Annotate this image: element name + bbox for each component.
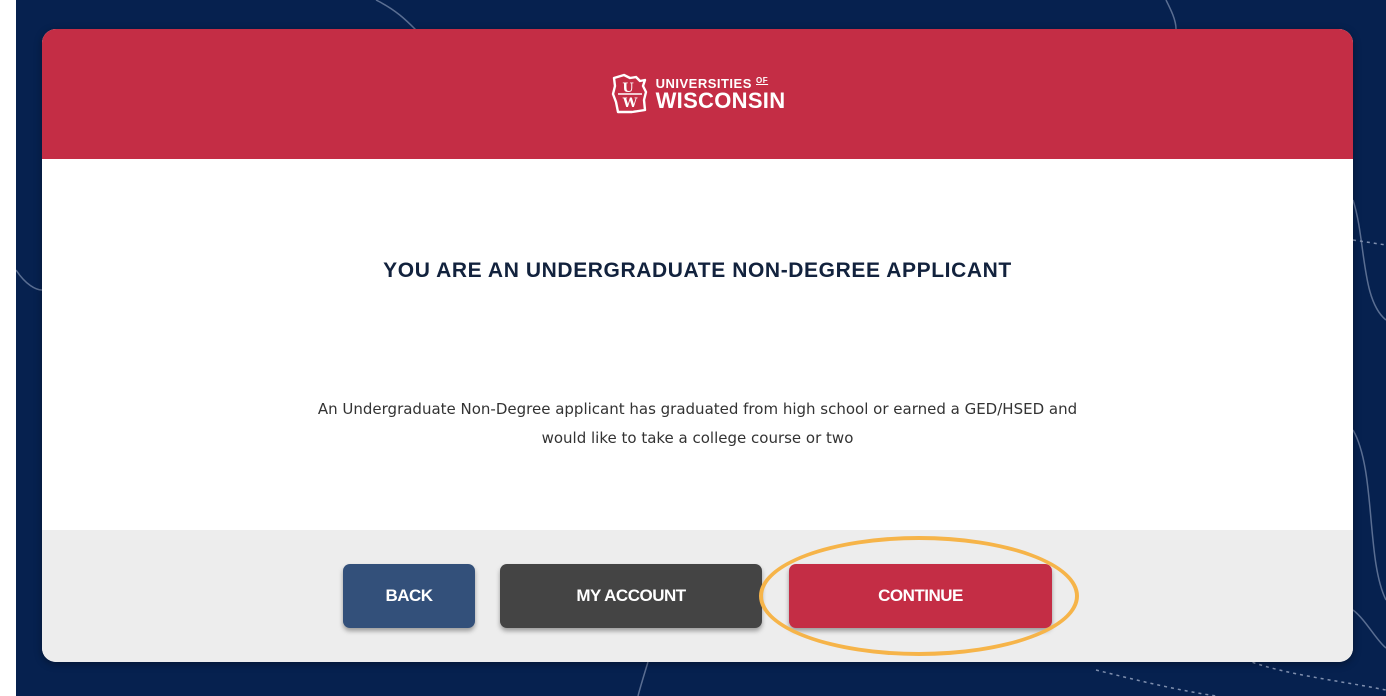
description-line-2: would like to take a college course or t… bbox=[541, 429, 854, 447]
universities-of-wisconsin-logo: U W UNIVERSITIES OF WISCONSIN bbox=[610, 72, 786, 116]
monogram-w: W bbox=[621, 96, 637, 111]
back-button[interactable]: BACK bbox=[343, 564, 475, 628]
card-footer: BACK MY ACCOUNT CONTINUE bbox=[42, 530, 1353, 662]
logo-of-text: OF bbox=[756, 75, 769, 85]
continue-button[interactable]: CONTINUE bbox=[789, 564, 1052, 628]
applicant-description: An Undergraduate Non-Degree applicant ha… bbox=[132, 395, 1263, 453]
page-title: YOU ARE AN UNDERGRADUATE NON-DEGREE APPL… bbox=[383, 259, 1012, 282]
card-header: U W UNIVERSITIES OF WISCONSIN bbox=[42, 29, 1353, 159]
wisconsin-state-icon: U W bbox=[611, 73, 647, 114]
card-body: YOU ARE AN UNDERGRADUATE NON-DEGREE APPL… bbox=[42, 159, 1353, 530]
my-account-button[interactable]: MY ACCOUNT bbox=[500, 564, 762, 628]
applicant-type-card: U W UNIVERSITIES OF WISCONSIN YOU ARE AN… bbox=[42, 29, 1353, 662]
logo-wisconsin-text: WISCONSIN bbox=[655, 87, 786, 113]
description-line-1: An Undergraduate Non-Degree applicant ha… bbox=[317, 400, 1078, 418]
